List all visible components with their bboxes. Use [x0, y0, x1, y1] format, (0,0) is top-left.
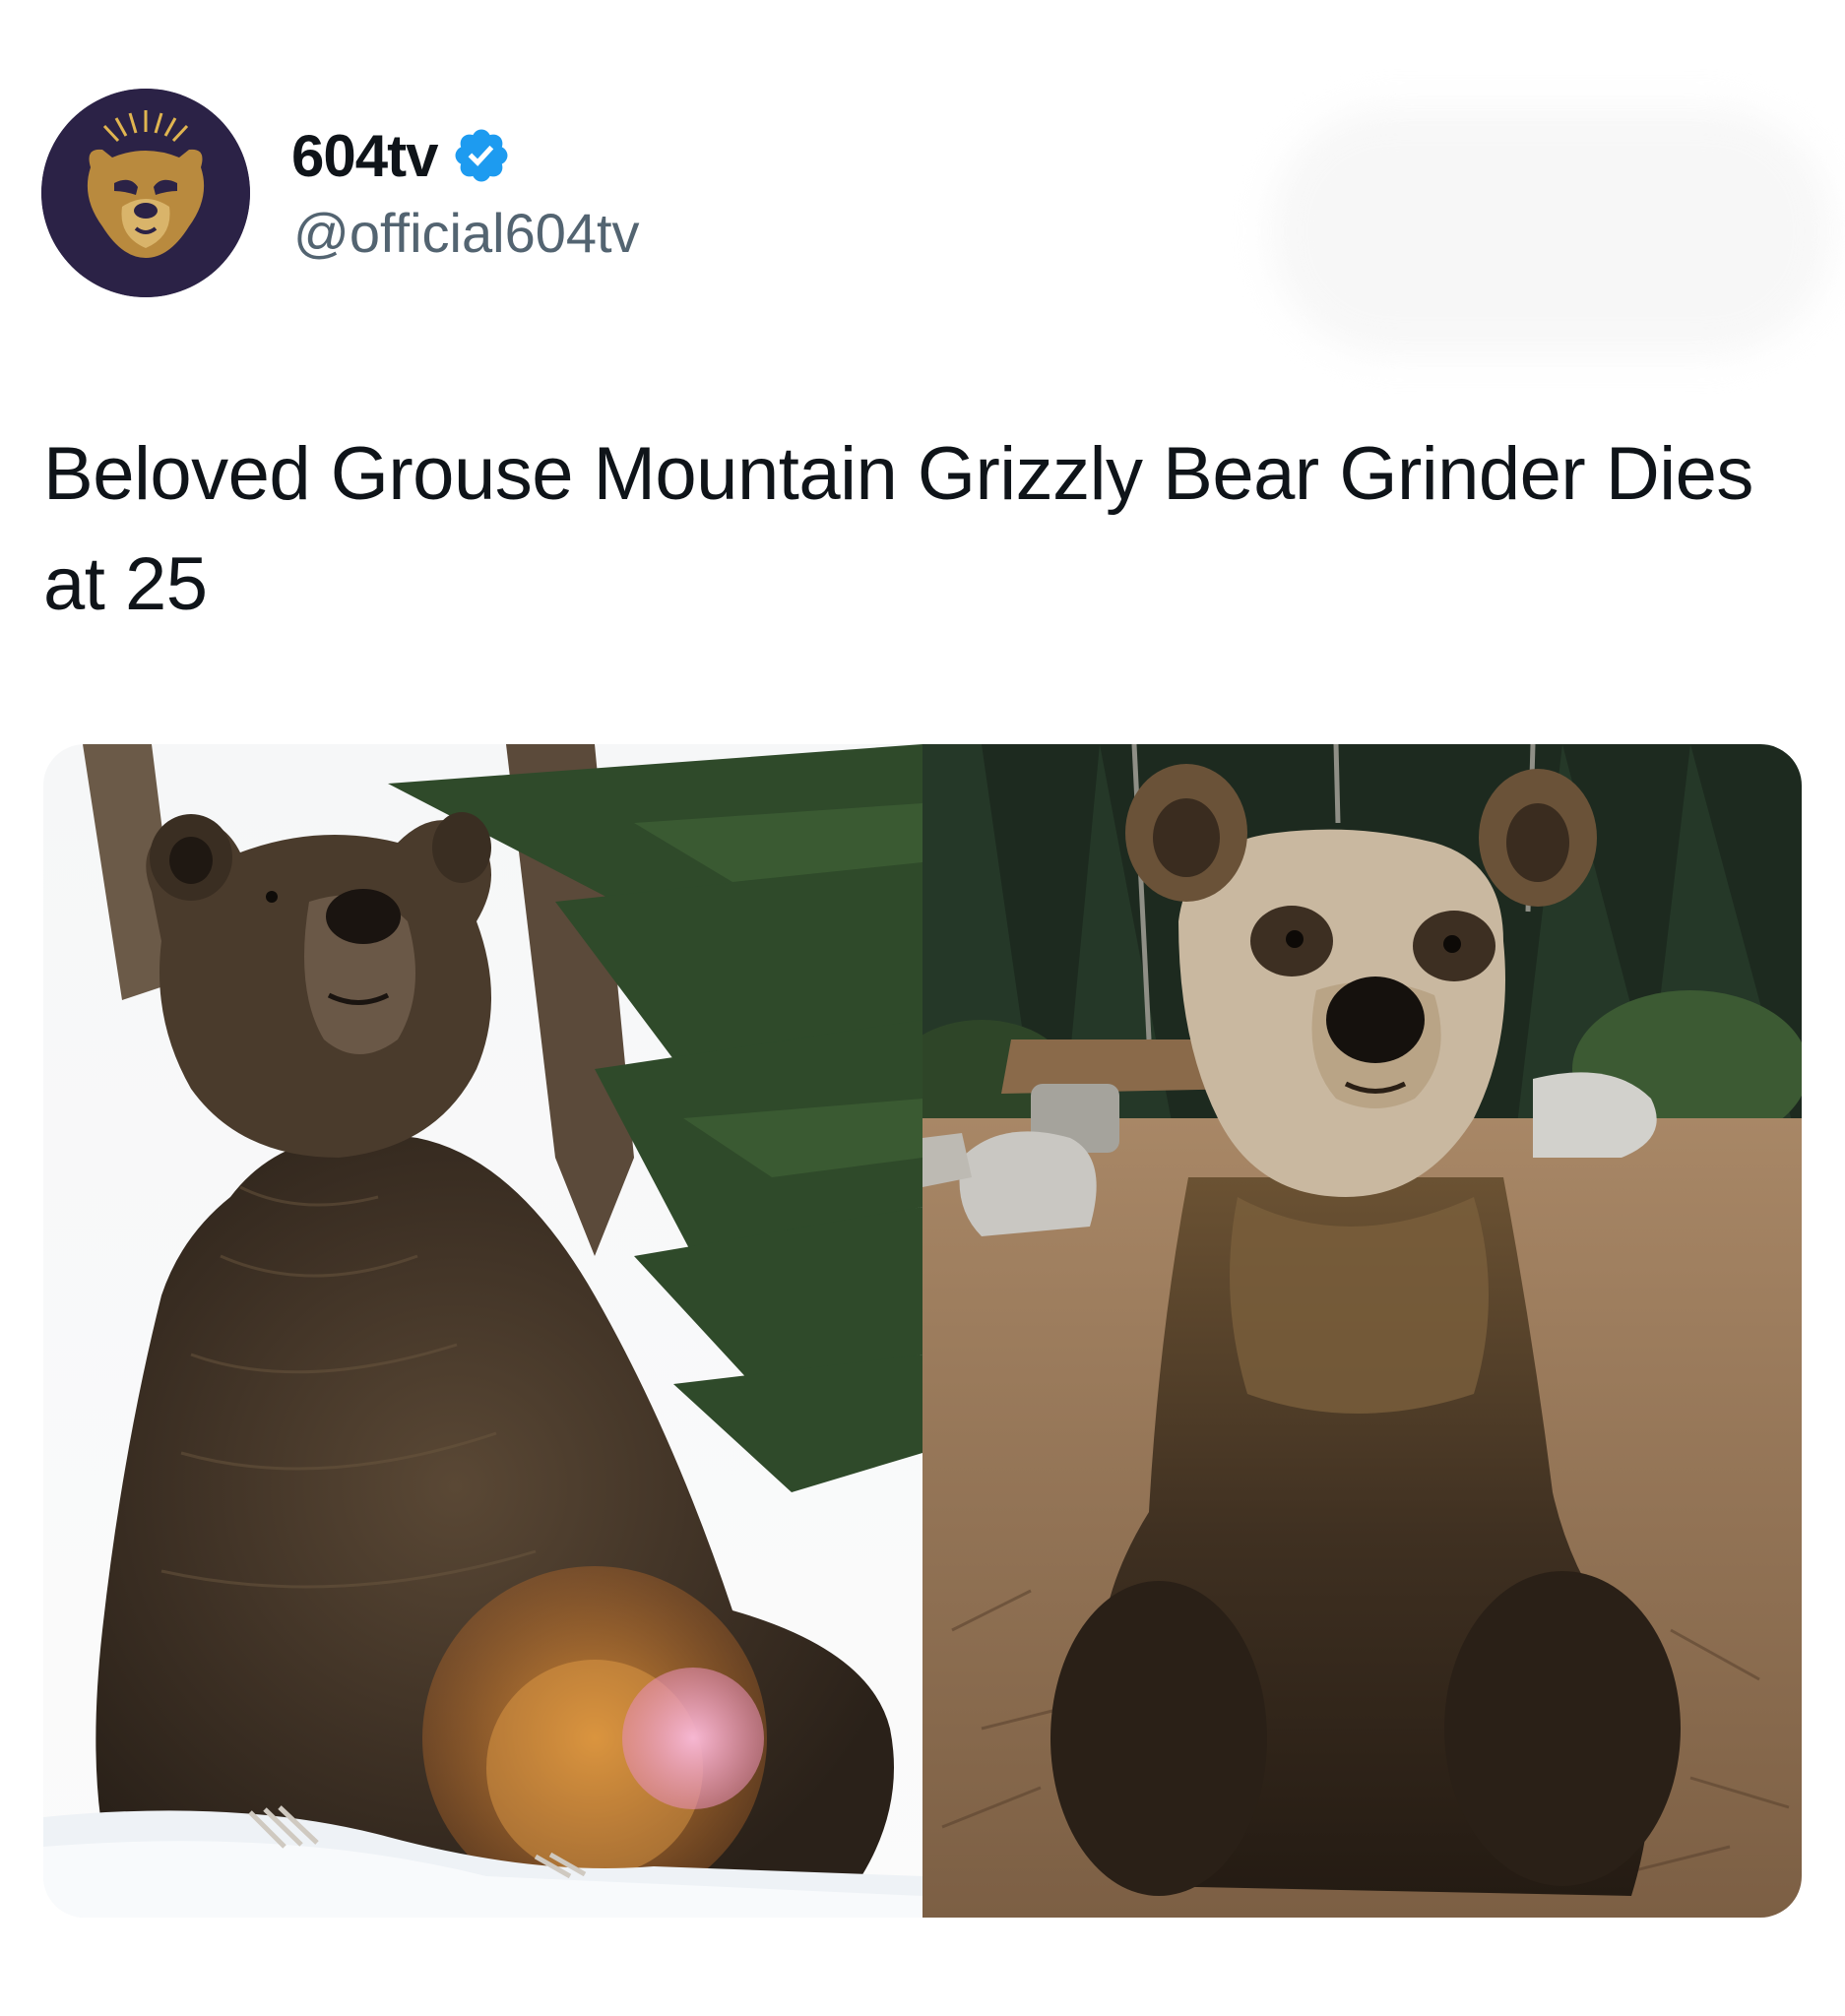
- bear-sitting-in-forest-photo: [922, 744, 1802, 1918]
- tweet-text: Beloved Grouse Mountain Grizzly Bear Gri…: [43, 432, 1753, 626]
- author-name-row: 604tv: [291, 116, 512, 195]
- tweet-media[interactable]: [43, 744, 1802, 1918]
- bear-in-snow-photo: [43, 744, 922, 1918]
- author-handle[interactable]: @official604tv: [293, 201, 640, 265]
- media-photo-right[interactable]: [922, 744, 1802, 1918]
- media-photo-left[interactable]: [43, 744, 922, 1918]
- blurred-region: [1270, 108, 1831, 354]
- avatar[interactable]: [41, 89, 250, 297]
- bear-logo-icon: [41, 89, 250, 297]
- display-name[interactable]: 604tv: [291, 122, 438, 190]
- verified-badge-icon: [451, 125, 512, 186]
